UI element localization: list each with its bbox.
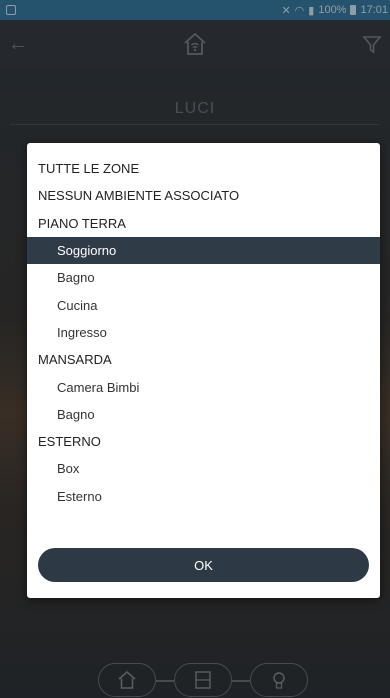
zone-group-item[interactable]: ESTERNO <box>27 428 380 455</box>
ok-button[interactable]: OK <box>38 548 369 582</box>
zone-room-item[interactable]: Bagno <box>27 264 380 291</box>
zone-picker-dialog: TUTTE LE ZONE NESSUN AMBIENTE ASSOCIATO PI… <box>27 143 380 598</box>
zone-room-item[interactable]: Bagno <box>27 401 380 428</box>
zone-group-item[interactable]: MANSARDA <box>27 346 380 373</box>
zone-room-item[interactable]: Soggiorno <box>27 236 380 265</box>
zone-list: TUTTE LE ZONE NESSUN AMBIENTE ASSOCIATO PI… <box>27 143 380 510</box>
zone-group-item[interactable]: NESSUN AMBIENTE ASSOCIATO <box>27 182 380 209</box>
zone-group-item[interactable]: TUTTE LE ZONE <box>27 155 380 182</box>
zone-room-item[interactable]: Box <box>27 455 380 482</box>
zone-room-item[interactable]: Esterno <box>27 483 380 510</box>
zone-room-item[interactable]: Cucina <box>27 291 380 318</box>
zone-group-item[interactable]: PIANO TERRA <box>27 210 380 237</box>
zone-room-item[interactable]: Ingresso <box>27 319 380 346</box>
zone-room-item[interactable]: Camera Bimbi <box>27 373 380 400</box>
